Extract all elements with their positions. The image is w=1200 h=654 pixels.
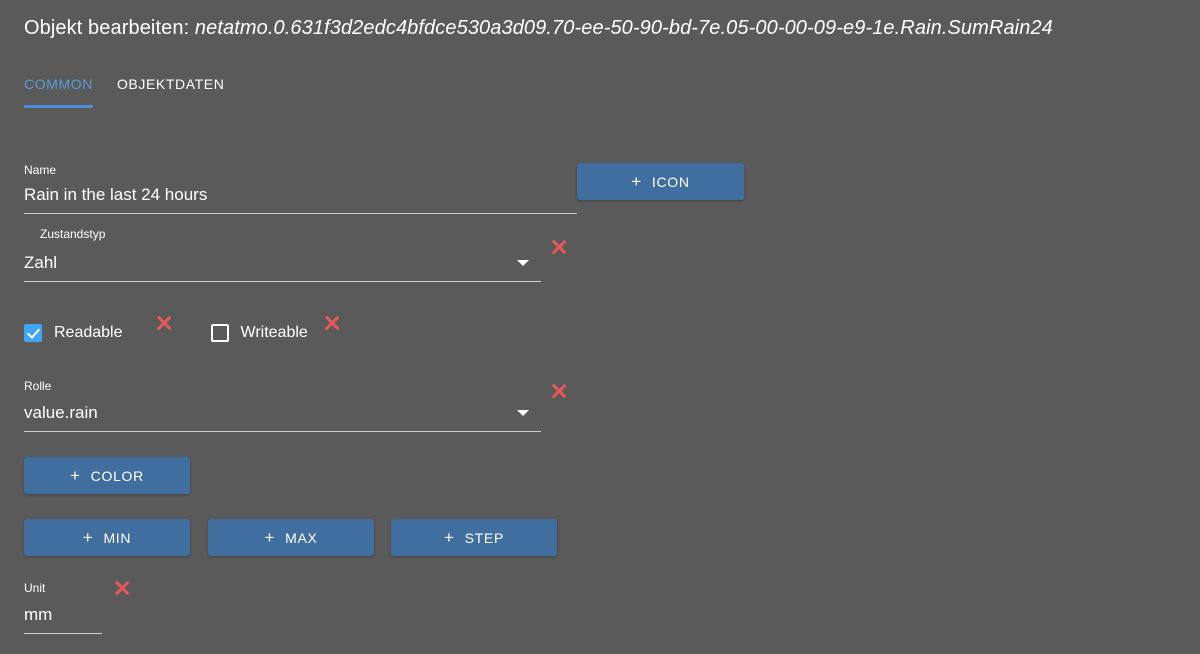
role-field-group: Rolle value.rain <box>24 378 541 432</box>
state-type-underline <box>24 281 541 282</box>
writeable-label: Writeable <box>240 324 308 341</box>
edit-object-dialog: Objekt bearbeiten: netatmo.0.631f3d2edc4… <box>0 0 1200 654</box>
add-color-button[interactable]: + COLOR <box>24 457 190 494</box>
role-underline <box>24 431 541 432</box>
plus-icon: + <box>443 528 455 547</box>
add-min-button-label: MIN <box>103 529 132 546</box>
page-title: Objekt bearbeiten: netatmo.0.631f3d2edc4… <box>24 17 1053 40</box>
state-type-field-group: Zustandstyp Zahl <box>24 226 541 282</box>
unit-field-group: Unit mm <box>24 580 102 634</box>
tab-objektdaten[interactable]: OBJEKTDATEN <box>117 72 224 108</box>
add-min-button[interactable]: + MIN <box>24 519 190 556</box>
add-max-button-label: MAX <box>285 529 318 546</box>
readable-checkbox[interactable] <box>24 324 42 342</box>
tab-bar: COMMON OBJEKTDATEN <box>0 72 1200 116</box>
plus-icon: + <box>82 528 94 547</box>
state-type-label: Zustandstyp <box>40 227 106 241</box>
clear-unit-icon[interactable] <box>111 577 133 599</box>
plus-icon: + <box>631 172 642 191</box>
readable-checkbox-group[interactable]: Readable <box>24 324 123 342</box>
role-select[interactable]: value.rain <box>24 402 541 424</box>
state-type-select[interactable]: Zahl <box>24 252 541 274</box>
role-label: Rolle <box>24 379 52 393</box>
name-field-group: Name Rain in the last 24 hours <box>24 162 577 214</box>
add-step-button-label: STEP <box>464 529 504 546</box>
plus-icon: + <box>70 466 81 485</box>
clear-state-type-icon[interactable] <box>548 236 570 258</box>
role-value: value.rain <box>24 403 98 422</box>
tab-common[interactable]: COMMON <box>24 72 93 108</box>
add-max-button[interactable]: + MAX <box>208 519 374 556</box>
add-color-button-label: COLOR <box>90 467 144 484</box>
writeable-checkbox[interactable] <box>210 324 229 342</box>
writeable-checkbox-group[interactable]: Writeable <box>210 324 308 342</box>
name-input[interactable]: Rain in the last 24 hours <box>24 184 577 206</box>
add-icon-button-label: ICON <box>651 173 690 190</box>
name-label: Name <box>24 163 57 177</box>
readable-label: Readable <box>54 324 123 341</box>
clear-readable-icon[interactable] <box>153 312 175 334</box>
object-id: netatmo.0.631f3d2edc4bfdce530a3d09.70-ee… <box>194 16 1053 39</box>
unit-underline <box>24 633 102 634</box>
unit-input[interactable]: mm <box>24 604 102 626</box>
clear-role-icon[interactable] <box>548 380 570 402</box>
plus-icon: + <box>264 528 276 547</box>
dialog-header: Objekt bearbeiten: netatmo.0.631f3d2edc4… <box>0 0 1200 56</box>
clear-writeable-icon[interactable] <box>321 312 343 334</box>
state-type-value: Zahl <box>24 253 58 272</box>
name-underline <box>24 213 577 214</box>
chevron-down-icon[interactable] <box>517 410 529 416</box>
chevron-down-icon[interactable] <box>517 260 529 266</box>
add-step-button[interactable]: + STEP <box>391 519 557 556</box>
add-icon-button[interactable]: + ICON <box>577 163 744 200</box>
unit-label: Unit <box>24 581 46 595</box>
page-title-prefix: Objekt bearbeiten: <box>24 16 195 39</box>
